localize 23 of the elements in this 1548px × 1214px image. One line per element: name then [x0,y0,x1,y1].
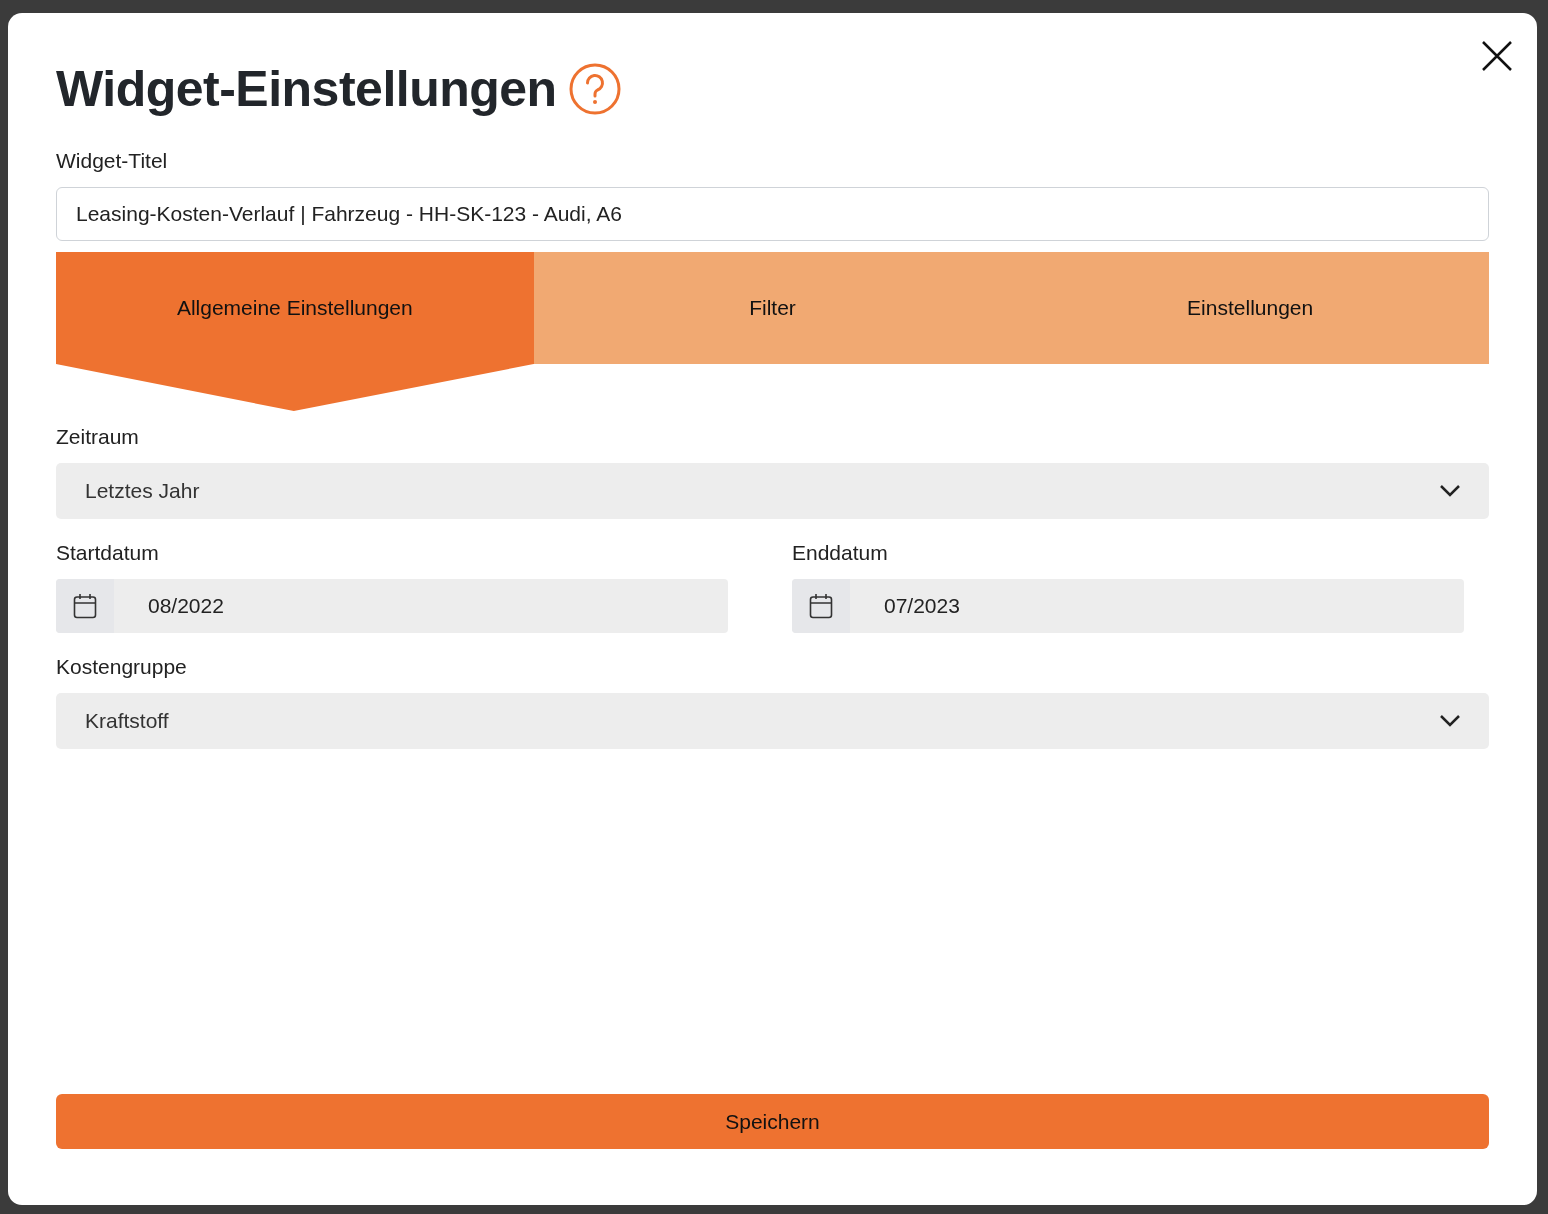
tab[interactable]: Filter [533,252,1012,364]
close-button[interactable] [1481,40,1513,72]
period-dropdown[interactable]: Letztes Jahr [56,463,1489,519]
chevron-down-icon [1439,714,1461,728]
save-button[interactable]: Speichern [56,1094,1489,1149]
date-field[interactable]: 07/2023 [792,579,1464,633]
tab[interactable]: Einstellungen [1011,252,1489,364]
close-icon [1481,40,1513,72]
calendar-button[interactable] [792,579,850,633]
title-input-field[interactable]: Leasing-Kosten-Verlauf | Fahrzeug - HH-SK-123 - Audi, A6 [56,187,1489,241]
field-label: Startdatum [56,541,160,565]
field-label: Enddatum [792,541,889,565]
cost-group-dropdown[interactable]: Kraftstoff [56,693,1489,749]
field-label: Kostengruppe [56,655,188,679]
chevron-down-icon [1439,484,1461,498]
calendar-icon [809,593,833,619]
calendar-button[interactable] [56,579,114,633]
field-label: Zeitraum [56,425,140,449]
field-label: Widget-Titel [56,149,169,173]
help-icon[interactable] [568,63,621,115]
date-field[interactable]: 08/2022 [56,579,728,633]
calendar-icon [73,593,97,619]
dialog-title: Widget-Einstellungen [56,60,557,118]
